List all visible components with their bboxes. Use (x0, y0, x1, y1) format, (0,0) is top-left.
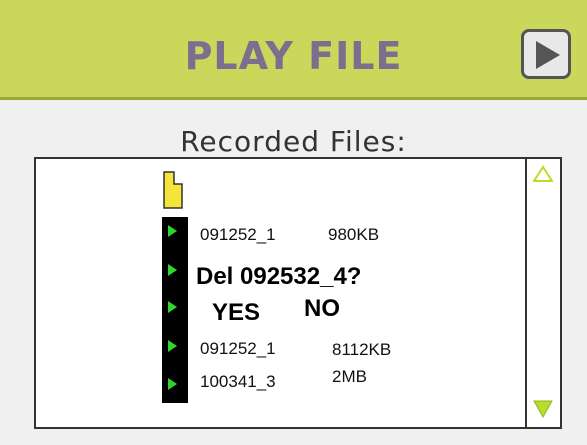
play-arrow-icon[interactable] (168, 340, 177, 352)
scrollbar[interactable] (525, 159, 560, 427)
no-button[interactable]: NO (304, 295, 340, 323)
play-arrow-icon[interactable] (168, 378, 177, 390)
delete-confirm-prompt: Del 092532_4? (196, 263, 362, 290)
file-size: 8112KB (332, 340, 392, 359)
file-size: 2MB (332, 367, 367, 386)
play-icon (536, 41, 560, 69)
yes-button[interactable]: YES (212, 299, 260, 327)
play-arrow-icon[interactable] (168, 264, 177, 276)
file-list[interactable]: 091252_1 980KB Del 092532_4? YES NO 0912… (34, 157, 562, 429)
folder-icon[interactable] (163, 171, 183, 209)
page-title: PLAY FILE (184, 34, 403, 78)
selection-column (162, 217, 188, 403)
scroll-up-icon[interactable] (533, 165, 553, 183)
header-bar: PLAY FILE (0, 0, 587, 100)
file-name: 100341_3 (200, 372, 276, 391)
file-name: 091252_1 (200, 339, 276, 358)
play-arrow-icon[interactable] (168, 301, 177, 313)
play-arrow-icon[interactable] (168, 225, 177, 237)
file-size: 980KB (328, 225, 380, 244)
scroll-down-icon[interactable] (533, 399, 553, 419)
section-title: Recorded Files: (180, 125, 407, 158)
file-name: 091252_1 (200, 225, 276, 244)
play-button[interactable] (521, 29, 571, 79)
